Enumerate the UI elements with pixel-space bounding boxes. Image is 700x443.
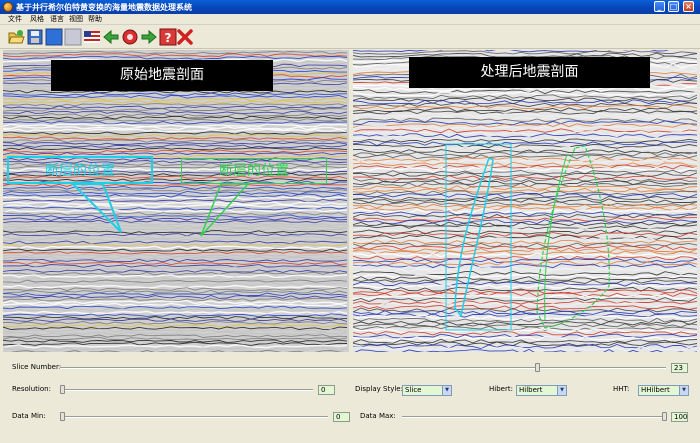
data-max-label: Data Max:: [360, 412, 396, 420]
hht-select[interactable]: HHilbert ▼: [638, 385, 689, 396]
hht-value: HHilbert: [641, 386, 670, 394]
callout-arrows: [70, 183, 250, 237]
data-max-track[interactable]: [402, 416, 667, 418]
fault-callout-green: 断层的位置: [181, 158, 327, 184]
resolution-track[interactable]: [60, 389, 313, 391]
original-seismic-panel[interactable]: 原始地震剖面 断层的位置 断层的位置: [3, 50, 349, 352]
slice-number-track[interactable]: [60, 367, 666, 369]
display-style-label: Display Style:: [355, 385, 403, 393]
window-title: 基于井行希尔伯特黄变换的海量地震数据处理系统: [16, 2, 192, 12]
fault-callout-cyan: 断层的位置: [7, 156, 153, 184]
chevron-down-icon: ▼: [679, 386, 688, 395]
title-bar[interactable]: 基于井行希尔伯特黄变换的海量地震数据处理系统 _ □ ×: [0, 0, 700, 14]
data-min-track[interactable]: [60, 416, 328, 418]
gray-square-icon[interactable]: [64, 28, 82, 46]
fault-outlines: [445, 143, 610, 331]
back-arrow-icon[interactable]: [102, 28, 120, 46]
hibert-select[interactable]: Hilbert ▼: [516, 385, 567, 396]
display-style-select[interactable]: Slice ▼: [402, 385, 452, 396]
maximize-button[interactable]: □: [668, 1, 679, 12]
slice-number-label: Slice Number:: [12, 363, 62, 371]
us-flag-icon[interactable]: [83, 28, 101, 46]
data-max-slider-thumb[interactable]: [662, 412, 667, 421]
slice-number-slider-thumb[interactable]: [534, 363, 540, 372]
hht-label: HHT:: [613, 385, 630, 393]
save-disk-icon[interactable]: [26, 28, 44, 46]
menu-style[interactable]: 风格: [30, 15, 44, 24]
menu-view[interactable]: 视图: [69, 15, 83, 24]
menu-language[interactable]: 语言: [50, 15, 64, 24]
data-max-value: 100: [671, 412, 688, 422]
minimize-button[interactable]: _: [654, 1, 665, 12]
resolution-value: 0: [318, 385, 335, 395]
close-button[interactable]: ×: [683, 1, 694, 12]
chevron-down-icon: ▼: [442, 386, 451, 395]
app-icon: [3, 2, 13, 12]
processed-seismic-panel[interactable]: 处理后地震剖面: [353, 50, 699, 352]
svg-text:?: ?: [165, 31, 172, 45]
resolution-label: Resolution:: [12, 385, 51, 393]
data-min-label: Data Min:: [12, 412, 46, 420]
menu-file[interactable]: 文件: [8, 15, 22, 24]
resolution-slider-thumb[interactable]: [60, 385, 65, 394]
exit-cross-icon[interactable]: [176, 28, 194, 46]
control-panel: Slice Number: 23 Resolution: 0 Display S…: [0, 353, 700, 443]
hibert-label: Hibert:: [489, 385, 513, 393]
slice-number-value: 23: [671, 363, 688, 373]
display-style-value: Slice: [405, 386, 422, 394]
blue-square-icon[interactable]: [45, 28, 63, 46]
hibert-value: Hilbert: [519, 386, 543, 394]
menu-help[interactable]: 帮助: [88, 15, 102, 24]
data-min-slider-thumb[interactable]: [60, 412, 65, 421]
data-min-value: 0: [333, 412, 350, 422]
forward-arrow-icon[interactable]: [140, 28, 158, 46]
menu-bar: 文件 风格 语言 视图 帮助: [0, 14, 700, 25]
toolbar: ?: [0, 25, 700, 49]
red-circle-icon[interactable]: [121, 28, 139, 46]
help-icon[interactable]: ?: [159, 28, 177, 46]
open-folder-icon[interactable]: [7, 28, 25, 46]
chevron-down-icon: ▼: [557, 386, 566, 395]
